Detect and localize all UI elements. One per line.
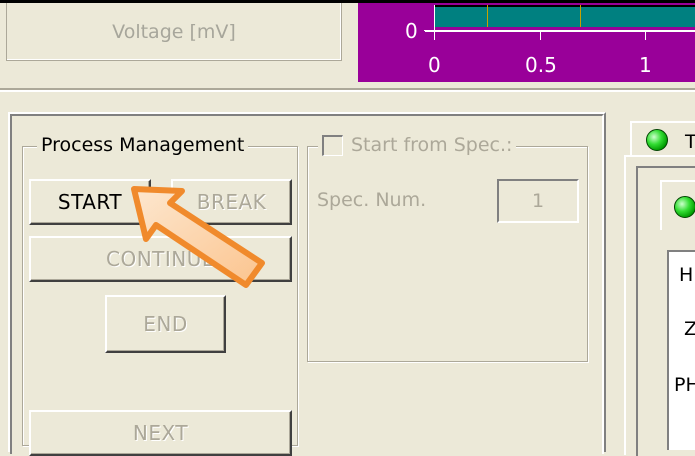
spec-num-input[interactable]: 1 [497, 179, 579, 223]
start-from-spec-label: Start from Spec.: [351, 134, 513, 156]
end-button-label: END [143, 312, 188, 336]
grid-line [487, 5, 488, 27]
right-tab-label: T [685, 131, 695, 153]
x-tick-label: 1 [639, 53, 652, 77]
next-button[interactable]: NEXT [29, 410, 292, 456]
start-from-spec-checkbox[interactable] [322, 134, 343, 156]
spec-num-label: Spec. Num. [317, 189, 427, 211]
next-button-label: NEXT [132, 421, 189, 445]
right-row-ph: PH [674, 374, 695, 396]
plot-trace [435, 5, 695, 7]
green-led-icon [646, 129, 668, 151]
y-axis [434, 5, 435, 40]
voltage-label: Voltage [mV] [112, 20, 236, 43]
voltage-axis-button[interactable]: Voltage [mV] [6, 3, 342, 61]
spec-num-value: 1 [531, 190, 545, 212]
x-tick-label: 0 [428, 53, 441, 77]
right-row-z: Z [684, 318, 695, 340]
x-tick [540, 30, 541, 40]
right-row-h: H [679, 264, 694, 286]
y-tick [424, 30, 434, 31]
plot-area [435, 5, 695, 27]
grid-line [580, 5, 581, 27]
separator [0, 90, 695, 92]
green-led-icon [674, 196, 695, 218]
start-button-label: START [57, 190, 123, 214]
start-from-spec-checkbox-row[interactable]: Start from Spec.: [318, 134, 517, 156]
y-tick-label: 0 [405, 19, 418, 43]
x-tick [645, 30, 646, 40]
x-tick-label: 0.5 [525, 53, 557, 77]
orange-arrow-icon [131, 186, 265, 288]
x-axis [425, 30, 695, 32]
process-management-title: Process Management [37, 134, 249, 156]
